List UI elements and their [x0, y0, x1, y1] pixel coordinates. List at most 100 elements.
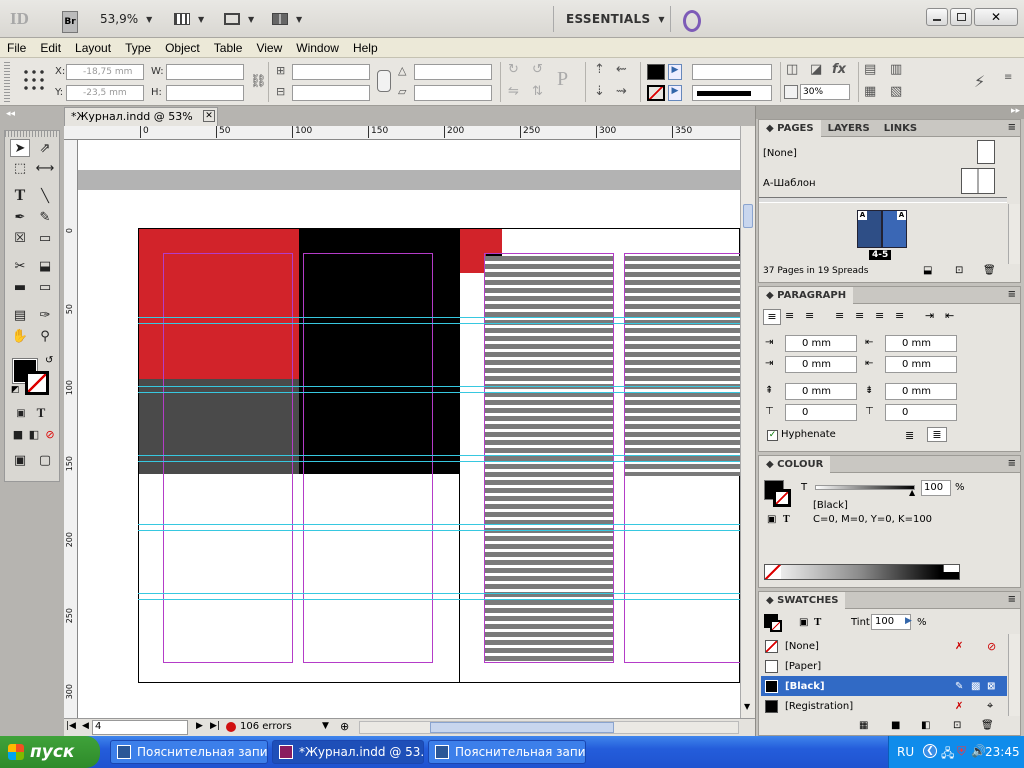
selection-tool-icon[interactable]: ➤ [10, 139, 30, 157]
view-options-button[interactable]: ▼ [174, 8, 204, 30]
horizontal-scrollbar[interactable] [359, 721, 739, 734]
drop-cap-chars-field[interactable]: 0 [885, 404, 957, 421]
chevron-down-icon[interactable]: ▼ [322, 721, 329, 731]
volume-icon[interactable]: 🔊 [971, 744, 986, 758]
formatting-text-icon[interactable]: T [783, 514, 790, 525]
type-tool-icon[interactable]: T [10, 187, 30, 205]
justify-right-icon[interactable]: ≡ [875, 309, 884, 322]
apply-none-icon[interactable]: ⊘ [43, 427, 57, 441]
page-4-thumb[interactable]: A [857, 210, 882, 248]
menu-file[interactable]: File [7, 41, 26, 55]
scroll-down-icon[interactable]: ▼ [744, 702, 750, 711]
rectangle-frame-tool-icon[interactable]: ☒ [10, 229, 30, 247]
taskbar-item-word-2[interactable]: Пояснительная запи... [428, 740, 586, 764]
close-tab-icon[interactable]: ✕ [203, 110, 215, 122]
swatch-row-none[interactable]: [None] ✗ ⊘ [761, 636, 1007, 656]
security-alert-icon[interactable]: ⛨ [957, 744, 966, 759]
apply-gradient-icon[interactable]: ◧ [27, 427, 41, 441]
stroke-weight-field[interactable] [692, 64, 772, 80]
arrange-documents-button[interactable]: ▼ [272, 8, 302, 30]
line-tool-icon[interactable]: ╲ [35, 187, 55, 205]
tint-dropdown-icon[interactable]: ▶ [905, 616, 912, 626]
tab-pages[interactable]: ◆ PAGES [759, 119, 821, 137]
edit-page-size-icon[interactable]: ⬓ [923, 265, 932, 276]
tab-layers[interactable]: LAYERS [821, 120, 877, 137]
bridge-button[interactable]: Br [62, 11, 78, 33]
menu-help[interactable]: Help [353, 41, 378, 55]
menu-type[interactable]: Type [125, 41, 151, 55]
formatting-container-icon[interactable]: ▣ [13, 405, 29, 421]
minimize-button[interactable] [926, 8, 948, 26]
menu-view[interactable]: View [256, 41, 282, 55]
tab-paragraph[interactable]: ◆ PARAGRAPH [759, 286, 854, 304]
open-document-icon[interactable]: ⊕ [340, 720, 349, 733]
collapse-tools-icon[interactable]: ◂◂ [6, 109, 15, 119]
effects-icon[interactable]: fx [832, 62, 846, 77]
eyedropper-tool-icon[interactable]: ✑ [35, 306, 55, 324]
panel-menu-icon[interactable]: ≡ [1008, 594, 1016, 605]
align-away-spine-icon[interactable]: ⇤ [945, 309, 954, 322]
menu-edit[interactable]: Edit [40, 41, 61, 55]
page-number-field[interactable]: 4 [92, 720, 188, 735]
x-field[interactable]: -18,75 mm [66, 64, 144, 80]
zoom-tool-icon[interactable]: ⚲ [35, 327, 55, 345]
scroll-thumb[interactable] [430, 722, 614, 733]
preview-mode-icon[interactable]: ▢ [35, 451, 55, 469]
rectangle-tool-icon[interactable]: ▭ [35, 229, 55, 247]
tab-links[interactable]: LINKS [877, 120, 924, 137]
scale-y-field[interactable] [292, 85, 370, 101]
last-page-icon[interactable]: ▶| [210, 721, 220, 731]
rotate-ccw-icon[interactable]: ↺ [532, 62, 543, 77]
swatch-row-paper[interactable]: [Paper] [761, 656, 1007, 676]
select-container-icon[interactable]: ⇡ [594, 62, 605, 77]
width-field[interactable] [166, 64, 244, 80]
formatting-text-icon[interactable]: T [814, 616, 821, 628]
note-tool-icon[interactable]: ▤ [10, 306, 30, 324]
document-tab[interactable]: *Журнал.indd @ 53% ✕ [64, 107, 218, 126]
gradient-swatch-tool-icon[interactable]: ▬ [10, 278, 30, 296]
pages-scrollbar[interactable] [1008, 204, 1020, 264]
height-field[interactable] [166, 85, 244, 101]
trash-icon[interactable]: 🗑 [983, 265, 996, 276]
master-a-label[interactable]: А-Шаблон [763, 178, 816, 189]
show-hidden-icons-icon[interactable]: ❮ [923, 744, 937, 758]
first-page-icon[interactable]: |◀ [66, 721, 76, 731]
master-a-thumb[interactable] [961, 168, 995, 194]
justify-center-icon[interactable]: ≡ [855, 309, 864, 322]
flip-vertical-icon[interactable]: ⇅ [532, 84, 543, 99]
justify-left-icon[interactable]: ≡ [835, 309, 844, 322]
constrain-scale-button[interactable] [377, 70, 391, 92]
align-right-icon[interactable]: ≡ [805, 309, 814, 322]
pencil-tool-icon[interactable]: ✎ [35, 208, 55, 226]
tools-grip[interactable] [5, 131, 59, 137]
preflight-errors-text[interactable]: 106 errors [240, 721, 292, 732]
gap-tool-icon[interactable]: ⟷ [35, 159, 55, 177]
space-before-field[interactable]: 0 mm [785, 383, 857, 400]
menu-layout[interactable]: Layout [75, 41, 111, 55]
show-color-swatches-icon[interactable]: ■ [891, 720, 900, 731]
screen-mode-button[interactable]: ▼ [224, 8, 254, 30]
workspace-switcher[interactable]: ESSENTIALS ▼ [566, 8, 665, 30]
swatches-scrollbar[interactable] [1008, 634, 1020, 716]
menu-window[interactable]: Window [296, 41, 339, 55]
select-previous-icon[interactable]: ⇜ [616, 62, 627, 77]
page-5-thumb[interactable]: A [882, 210, 907, 248]
direct-selection-tool-icon[interactable]: ⇗ [35, 139, 55, 157]
close-button[interactable]: ✕ [974, 8, 1018, 26]
align-baseline-icon[interactable]: ≣ [927, 427, 947, 442]
drop-cap-lines-field[interactable]: 0 [785, 404, 857, 421]
rotation-field[interactable] [414, 64, 492, 80]
clock[interactable]: 23:45 [985, 745, 1020, 759]
tab-swatches[interactable]: ◆ SWATCHES [759, 591, 846, 609]
default-colors-icon[interactable]: ◩ [11, 385, 20, 395]
do-not-align-baseline-icon[interactable]: ≣ [905, 429, 914, 442]
network-icon[interactable]: 🖧 [941, 744, 954, 765]
vertical-scrollbar[interactable]: ▼ [740, 126, 755, 718]
colour-stroke-icon[interactable] [773, 489, 791, 507]
constrain-proportions-icon[interactable]: ⛓ [250, 74, 267, 89]
tint-slider[interactable] [815, 485, 915, 490]
select-content-icon[interactable]: ⇣ [594, 84, 605, 99]
hyphenate-checkbox[interactable]: ✓ [767, 430, 778, 441]
free-transform-tool-icon[interactable]: ⬓ [35, 257, 55, 275]
none-swatch-icon[interactable] [765, 565, 781, 579]
